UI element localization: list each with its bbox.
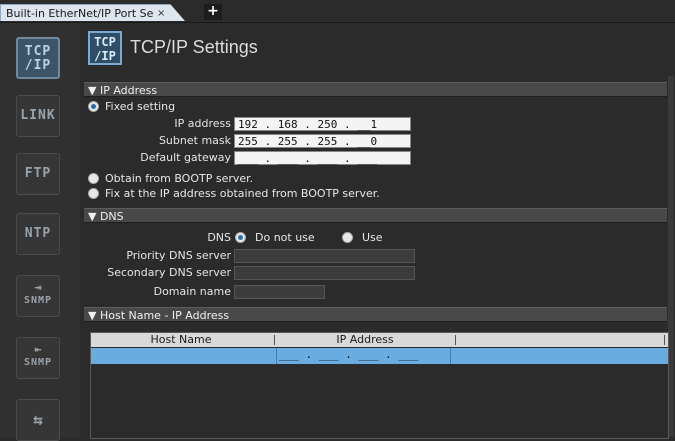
- arrow-right-icon: ⇥: [34, 280, 42, 294]
- bootp-fix-label: Fix at the IP address obtained from BOOT…: [105, 187, 380, 200]
- tcpip-icon-line2: /IP: [24, 58, 52, 73]
- close-icon[interactable]: ×: [157, 5, 165, 21]
- sidebar-item-more[interactable]: ⇆: [16, 399, 60, 441]
- secondary-dns-label: Secondary DNS server: [107, 266, 231, 279]
- snmp-icon: SNMP: [23, 295, 53, 306]
- dns-use-radio[interactable]: [342, 232, 353, 243]
- subnet-mask-label: Subnet mask: [158, 134, 231, 147]
- settings-panel: TCP /IP TCP/IP Settings ▼ IP Address Fix…: [80, 23, 675, 439]
- dns-do-not-use-label: Do not use: [255, 231, 315, 244]
- bootp-radio[interactable]: [88, 173, 99, 184]
- bootp-fix-radio[interactable]: [88, 188, 99, 199]
- tab-ethernet-port-settings[interactable]: Built-in EtherNet/IP Port Se ×: [0, 4, 185, 21]
- transfer-icon: ⇆: [33, 410, 43, 429]
- table-header: Host Name IP Address: [91, 333, 668, 347]
- ip-address-section-header[interactable]: ▼ IP Address: [84, 82, 667, 97]
- default-gateway-label: Default gateway: [140, 151, 231, 164]
- tab-label: Built-in EtherNet/IP Port Se: [6, 7, 154, 20]
- sidebar-item-ftp[interactable]: FTP: [16, 153, 60, 195]
- column-separator[interactable]: [274, 335, 275, 345]
- ntp-icon: NTP: [24, 226, 52, 241]
- bootp-label: Obtain from BOOTP server.: [105, 172, 254, 185]
- host-name-section-header[interactable]: ▼ Host Name - IP Address: [84, 307, 667, 322]
- tab-bar: Built-in EtherNet/IP Port Se × +: [0, 0, 675, 23]
- column-header-host-name[interactable]: Host Name: [91, 333, 271, 347]
- secondary-dns-field[interactable]: [234, 266, 415, 280]
- arrow-left-icon: ⇤: [34, 342, 42, 356]
- sidebar-item-snmp[interactable]: ⇥ SNMP: [16, 275, 60, 317]
- column-header-ip-address[interactable]: IP Address: [277, 333, 453, 347]
- fixed-setting-label: Fixed setting: [105, 100, 176, 113]
- dns-do-not-use-radio[interactable]: [235, 232, 246, 243]
- ftp-icon: FTP: [24, 166, 52, 181]
- ip-address-field[interactable]: 192 . 168 . 250 . __1: [234, 117, 411, 131]
- subnet-mask-field[interactable]: 255 . 255 . 255 . __0: [234, 134, 411, 148]
- dns-label: DNS: [207, 231, 231, 244]
- dns-section-header[interactable]: ▼ DNS: [84, 208, 667, 223]
- sidebar-item-ntp[interactable]: NTP: [16, 213, 60, 255]
- sidebar-item-snmp-trap[interactable]: ⇤ SNMP: [16, 337, 60, 379]
- tcpip-header-icon: TCP /IP: [88, 31, 122, 65]
- domain-name-field[interactable]: [234, 285, 325, 299]
- column-separator[interactable]: [664, 335, 665, 345]
- priority-dns-field[interactable]: [234, 249, 415, 263]
- ip-address-label: IP address: [174, 117, 231, 130]
- snmp-trap-icon: SNMP: [23, 357, 53, 368]
- page-title: TCP/IP Settings: [130, 37, 258, 57]
- host-ip-table: Host Name IP Address ___ . ___ . ___ . _…: [90, 332, 669, 439]
- tcpip-icon-line1: TCP: [24, 44, 52, 59]
- add-tab-button[interactable]: +: [204, 4, 222, 20]
- sidebar-item-tcpip[interactable]: TCP /IP: [16, 37, 60, 79]
- table-row[interactable]: ___ . ___ . ___ . ___: [91, 348, 668, 364]
- sidebar: TCP /IP LINK FTP NTP ⇥ SNMP ⇤ SNMP ⇆: [0, 23, 80, 441]
- sidebar-item-link[interactable]: LINK: [16, 95, 60, 137]
- default-gateway-field[interactable]: ___ . ___ . ___ . ___: [234, 151, 411, 165]
- dns-use-label: Use: [362, 231, 383, 244]
- column-separator[interactable]: [455, 335, 456, 345]
- fixed-setting-radio[interactable]: [88, 101, 99, 112]
- domain-name-label: Domain name: [153, 285, 231, 298]
- ip-address-cell[interactable]: ___ . ___ . ___ . ___: [276, 348, 451, 364]
- priority-dns-label: Priority DNS server: [126, 249, 231, 262]
- link-icon: LINK: [20, 108, 56, 123]
